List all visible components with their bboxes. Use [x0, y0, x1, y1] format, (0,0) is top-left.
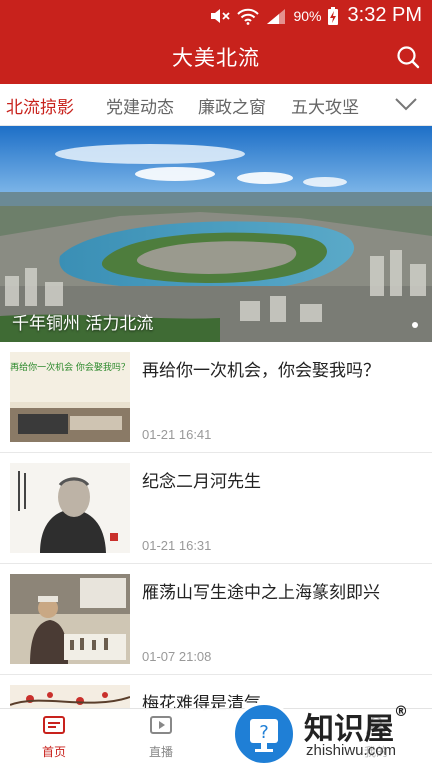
nav-mine-label: 我的: [363, 745, 388, 759]
home-icon: [43, 716, 65, 734]
bottom-navigation: 首页 直播 我的: [0, 708, 432, 768]
tab-beiliu-glimpse[interactable]: 北流掠影: [6, 93, 74, 118]
thumbnail-image: [10, 574, 130, 664]
news-thumbnail: [10, 463, 130, 553]
more-tabs-button[interactable]: [380, 84, 432, 125]
play-icon: [150, 716, 172, 734]
page-title: 大美北流: [172, 46, 260, 70]
status-time: 3:32 PM: [347, 4, 422, 26]
thumbnail-image: 再给你一次机会 你会娶我吗？: [10, 352, 130, 442]
nav-live-label: 直播: [148, 745, 173, 759]
nav-mine[interactable]: 我的: [346, 715, 406, 760]
tab-integrity-window[interactable]: 廉政之窗: [198, 93, 266, 118]
category-tabs: 北流掠影 党建动态 廉政之窗 五大攻坚: [0, 84, 432, 126]
chevron-down-icon: [395, 98, 417, 111]
news-title: 纪念二月河先生: [142, 472, 261, 492]
app-header: 大美北流: [0, 30, 432, 84]
banner-caption: 千年铜州 活力北流: [12, 314, 154, 334]
list-item[interactable]: 纪念二月河先生 01-21 16:31: [0, 453, 432, 564]
banner-carousel[interactable]: 千年铜州 活力北流: [0, 126, 432, 342]
nav-home-label: 首页: [41, 745, 66, 759]
thumbnail-caption: 再给你一次机会 你会娶我吗？: [10, 361, 130, 373]
news-time: 01-07 21:08: [142, 649, 212, 664]
list-item[interactable]: 雁荡山写生途中之上海篆刻即兴 01-07 21:08: [0, 564, 432, 675]
news-time: 01-21 16:31: [142, 538, 212, 553]
signal-icon: [267, 8, 286, 24]
search-icon: [397, 46, 420, 69]
wifi-icon: [237, 8, 260, 25]
tab-five-battles[interactable]: 五大攻坚: [291, 93, 359, 118]
nav-live[interactable]: 直播: [131, 715, 191, 760]
news-title: 雁荡山写生途中之上海篆刻即兴: [142, 583, 380, 603]
status-icons: 90% 3:32 PM: [209, 4, 422, 27]
mute-icon: [211, 8, 231, 23]
tab-party-news[interactable]: 党建动态: [106, 93, 174, 118]
news-title: 再给你一次机会，你会娶我吗？: [142, 361, 380, 381]
news-thumbnail: [10, 574, 130, 664]
news-list: 再给你一次机会 你会娶我吗？ 再给你一次机会，你会娶我吗？ 01-21 16:4…: [0, 342, 432, 768]
nav-home[interactable]: 首页: [24, 715, 84, 760]
list-item[interactable]: 再给你一次机会 你会娶我吗？ 再给你一次机会，你会娶我吗？ 01-21 16:4…: [0, 342, 432, 453]
news-time: 01-21 16:41: [142, 427, 212, 442]
carousel-indicator: [412, 322, 418, 328]
thumbnail-image: [10, 463, 130, 553]
user-icon: [366, 716, 386, 735]
news-thumbnail: 再给你一次机会 你会娶我吗？: [10, 352, 130, 442]
battery-percent: 90%: [293, 7, 322, 24]
search-button[interactable]: [394, 43, 422, 71]
status-bar: 90% 3:32 PM: [0, 0, 432, 30]
battery-charging-icon: [327, 6, 338, 25]
app-screen: 90% 3:32 PM 大美北流 北流掠影 党建动态 廉政之窗 五大攻坚 千年铜…: [0, 0, 432, 768]
